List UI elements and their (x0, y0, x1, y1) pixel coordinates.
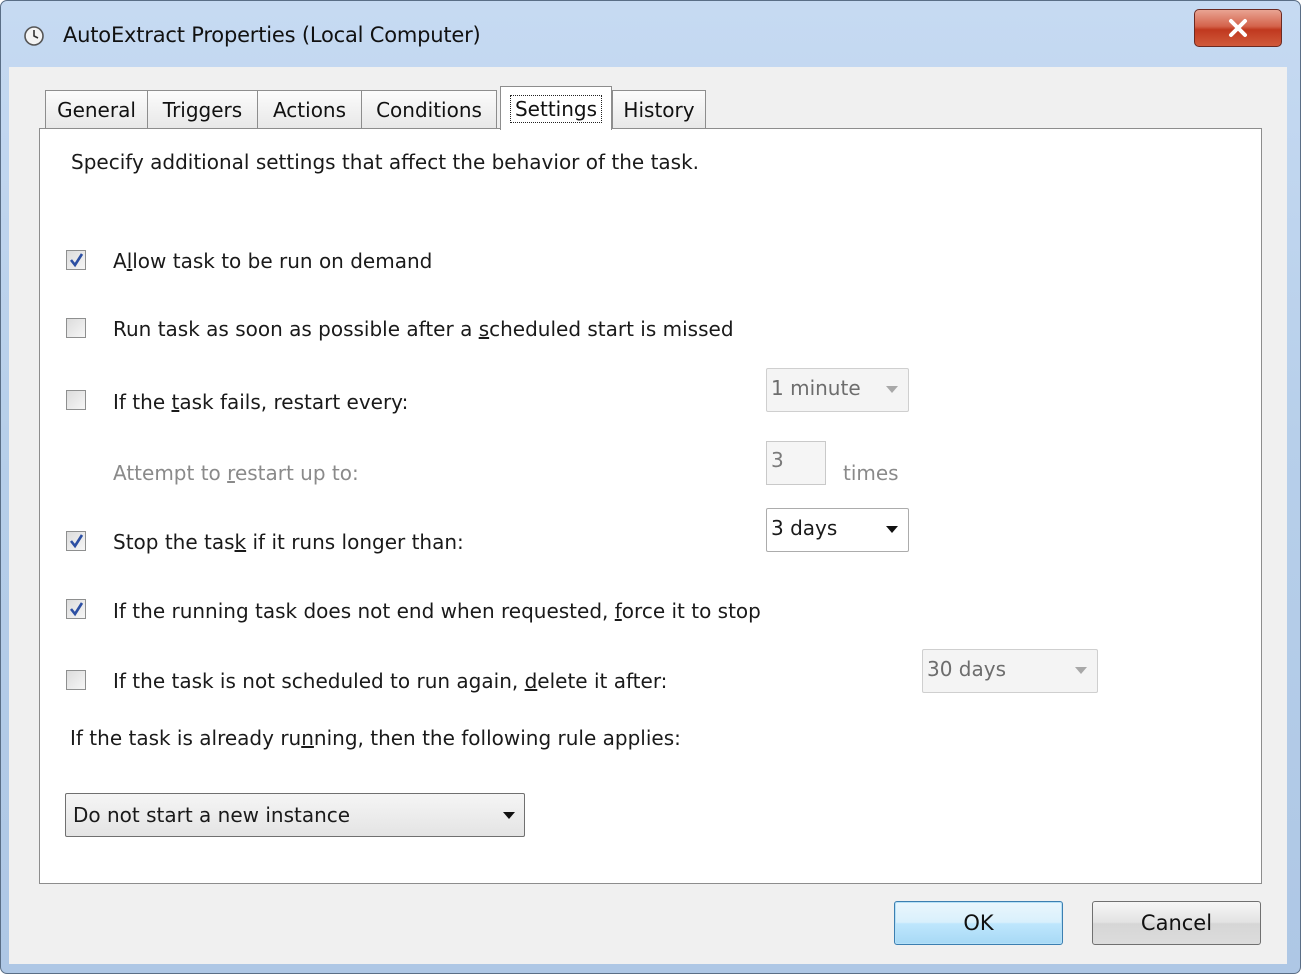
tab-triggers[interactable]: Triggers (147, 90, 258, 128)
tab-actions[interactable]: Actions (257, 90, 362, 128)
ok-button[interactable]: OK (894, 901, 1063, 945)
chevron-down-icon (1075, 667, 1087, 674)
tab-history[interactable]: History (612, 90, 706, 128)
running-rule-label: If the task is already running, then the… (70, 726, 681, 750)
tab-general[interactable]: General (45, 90, 148, 128)
allow-on-demand-label[interactable]: Allow task to be run on demand (113, 249, 432, 273)
delete-if-not-scheduled-label[interactable]: If the task is not scheduled to run agai… (113, 669, 667, 693)
settings-panel (39, 128, 1262, 884)
intro-text: Specify additional settings that affect … (71, 150, 700, 174)
tab-settings[interactable]: Settings (500, 86, 612, 130)
chevron-down-icon (503, 812, 515, 819)
window-title: AutoExtract Properties (Local Computer) (63, 23, 481, 47)
restart-attempts-unit: times (843, 461, 899, 485)
run-missed-checkbox[interactable] (66, 318, 86, 338)
stop-if-long-label[interactable]: Stop the task if it runs longer than: (113, 530, 464, 554)
tab-conditions[interactable]: Conditions (361, 90, 497, 128)
cancel-button[interactable]: Cancel (1092, 901, 1261, 945)
force-stop-checkbox[interactable] (66, 599, 86, 619)
restart-interval-dropdown[interactable]: 1 minute (766, 368, 909, 412)
check-icon (69, 534, 84, 549)
stop-duration-dropdown[interactable]: 3 days (766, 508, 909, 552)
clock-icon (24, 26, 44, 46)
title-bar[interactable]: AutoExtract Properties (Local Computer) (1, 1, 1300, 67)
chevron-down-icon (886, 526, 898, 533)
check-icon (69, 253, 84, 268)
close-button[interactable] (1194, 9, 1282, 47)
restart-attempts-input[interactable]: 3 (766, 441, 826, 485)
restart-on-fail-checkbox[interactable] (66, 390, 86, 410)
allow-on-demand-checkbox[interactable] (66, 250, 86, 270)
run-missed-label[interactable]: Run task as soon as possible after a sch… (113, 317, 734, 341)
stop-if-long-checkbox[interactable] (66, 531, 86, 551)
delete-if-not-scheduled-checkbox[interactable] (66, 670, 86, 690)
check-icon (69, 602, 84, 617)
running-rule-dropdown[interactable]: Do not start a new instance (65, 793, 525, 837)
restart-on-fail-label[interactable]: If the task fails, restart every: (113, 390, 408, 414)
delete-duration-dropdown[interactable]: 30 days (922, 649, 1098, 693)
force-stop-label[interactable]: If the running task does not end when re… (113, 599, 761, 623)
close-icon (1229, 19, 1247, 37)
restart-attempts-label: Attempt to restart up to: (113, 461, 359, 485)
chevron-down-icon (886, 386, 898, 393)
